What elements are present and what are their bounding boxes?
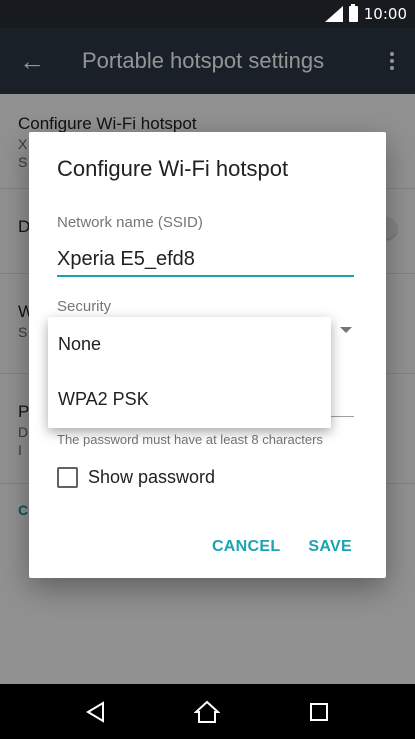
ssid-label: Network name (SSID) — [57, 214, 203, 231]
battery-icon — [348, 4, 358, 22]
recents-icon[interactable] — [299, 692, 339, 732]
signal-icon — [324, 6, 343, 22]
show-password-checkbox[interactable] — [57, 467, 78, 488]
status-bar: 10:00 — [0, 0, 415, 28]
cancel-button[interactable]: CANCEL — [212, 538, 280, 556]
save-button[interactable]: SAVE — [308, 538, 352, 556]
security-dropdown-menu: None WPA2 PSK — [48, 317, 331, 428]
security-option-none[interactable]: None — [48, 317, 331, 372]
security-label: Security — [57, 298, 112, 315]
back-icon[interactable] — [76, 692, 116, 732]
dialog-title: Configure Wi-Fi hotspot — [57, 156, 289, 181]
security-dropdown-arrow-icon[interactable] — [340, 327, 352, 333]
home-icon[interactable] — [187, 692, 227, 732]
dialog-actions: CANCEL SAVE — [212, 538, 352, 556]
show-password-row[interactable]: Show password — [57, 467, 215, 488]
show-password-label: Show password — [88, 467, 216, 487]
navigation-bar — [0, 684, 415, 739]
status-time: 10:00 — [363, 5, 407, 23]
security-option-wpa2-psk[interactable]: WPA2 PSK — [48, 372, 331, 427]
password-hint: The password must have at least 8 charac… — [57, 432, 323, 447]
ssid-input[interactable] — [57, 243, 354, 277]
